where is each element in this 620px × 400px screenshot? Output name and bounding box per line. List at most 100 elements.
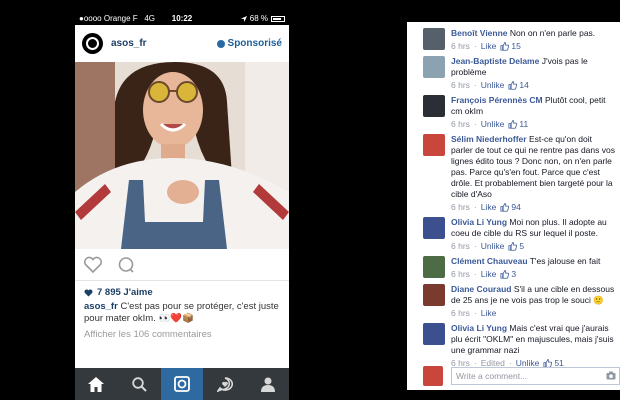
commenter-name[interactable]: Olivia Li Yung bbox=[451, 217, 507, 227]
commenter-name[interactable]: Jean-Baptiste Delame bbox=[451, 56, 539, 66]
commenter-name[interactable]: Benoît Vienne bbox=[451, 28, 508, 38]
tab-camera[interactable] bbox=[160, 368, 204, 400]
commenter-avatar[interactable] bbox=[423, 56, 445, 78]
like-button[interactable]: Unlike bbox=[481, 119, 505, 130]
commenter-avatar[interactable] bbox=[423, 323, 445, 345]
status-bar: ●oooo Orange F 4G 10:22 68 % bbox=[75, 12, 289, 25]
commenter-name[interactable]: François Pérennès CM bbox=[451, 95, 543, 105]
commenter-avatar[interactable] bbox=[423, 134, 445, 156]
thumbs-up-icon bbox=[508, 120, 518, 129]
like-button[interactable]: Like bbox=[481, 41, 497, 52]
post-caption: asos_fr C'est pas pour se protéger, c'es… bbox=[75, 298, 289, 325]
like-count[interactable]: 15 bbox=[500, 41, 521, 52]
comment-item: François Pérennès CM Plutôt cool, petit … bbox=[407, 91, 620, 130]
activity-icon bbox=[216, 376, 233, 392]
comment-body: Jean-Baptiste Delame J'vois pas le probl… bbox=[451, 56, 616, 91]
sponsored-label[interactable]: Sponsorisé bbox=[216, 38, 282, 49]
comment-input[interactable]: Write a comment... bbox=[451, 367, 620, 385]
like-button[interactable]: Like bbox=[481, 202, 497, 213]
like-count[interactable]: 14 bbox=[508, 80, 529, 91]
comment-list: Benoît Vienne Non on n'en parle pas. 6 h… bbox=[407, 22, 620, 369]
comment-item: Benoît Vienne Non on n'en parle pas. 6 h… bbox=[407, 24, 620, 52]
comment-meta: 6 hrs · Like bbox=[451, 308, 497, 319]
like-count[interactable]: 94 bbox=[500, 202, 521, 213]
thumbs-up-icon bbox=[508, 81, 518, 90]
comment-time[interactable]: 6 hrs bbox=[451, 80, 470, 91]
comment-body: Sélim Niederhoffer Est-ce qu'on doit par… bbox=[451, 134, 616, 213]
commenter-name[interactable]: Diane Couraud bbox=[451, 284, 511, 294]
heart-icon[interactable] bbox=[83, 256, 103, 274]
comment-time[interactable]: 6 hrs bbox=[451, 119, 470, 130]
like-button[interactable]: Like bbox=[481, 269, 497, 280]
comment-meta: 6 hrs · Unlike 5 bbox=[451, 241, 525, 252]
caption-username[interactable]: asos_fr bbox=[84, 301, 118, 312]
comment-body: Olivia Li Yung Moi non plus. Il adopte a… bbox=[451, 217, 616, 252]
comment-time[interactable]: 6 hrs bbox=[451, 241, 470, 252]
thumbs-up-icon bbox=[500, 203, 510, 212]
sponsored-icon bbox=[216, 39, 225, 48]
carrier-label: ●oooo Orange F 4G bbox=[79, 14, 155, 23]
tab-home[interactable] bbox=[75, 368, 118, 400]
commenter-avatar[interactable] bbox=[423, 284, 445, 306]
comment-meta: 6 hrs · Unlike 11 bbox=[451, 119, 529, 130]
small-heart-icon bbox=[84, 288, 93, 297]
comment-item: Olivia Li Yung Moi non plus. Il adopte a… bbox=[407, 213, 620, 252]
comment-item: Diane Couraud S'il a une cible en dessou… bbox=[407, 280, 620, 319]
comment-text: T'es jalouse en fait bbox=[527, 256, 601, 266]
comment-meta: 6 hrs · Like 94 bbox=[451, 202, 521, 213]
comment-time[interactable]: 6 hrs bbox=[451, 41, 470, 52]
comment-body: Benoît Vienne Non on n'en parle pas. 6 h… bbox=[451, 28, 616, 52]
write-comment-box: Write a comment... bbox=[423, 366, 620, 386]
facebook-comments-panel: Benoît Vienne Non on n'en parle pas. 6 h… bbox=[407, 22, 620, 390]
commenter-avatar[interactable] bbox=[423, 256, 445, 278]
like-count[interactable]: 3 bbox=[500, 269, 516, 280]
thumbs-up-icon bbox=[500, 42, 510, 51]
likes-count[interactable]: 7 895 J'aime bbox=[75, 281, 289, 298]
comment-time[interactable]: 6 hrs bbox=[451, 269, 470, 280]
commenter-name[interactable]: Clément Chauveau bbox=[451, 256, 528, 266]
comment-meta: 6 hrs · Like 3 bbox=[451, 269, 517, 280]
view-comments-link[interactable]: Afficher les 106 commentaires bbox=[75, 325, 289, 340]
tab-activity[interactable] bbox=[203, 368, 247, 400]
comment-time[interactable]: 6 hrs bbox=[451, 202, 470, 213]
comment-time[interactable]: 6 hrs bbox=[451, 308, 470, 319]
location-icon bbox=[240, 15, 247, 22]
like-button[interactable]: Like bbox=[481, 308, 497, 319]
comment-item: Clément Chauveau T'es jalouse en fait 6 … bbox=[407, 252, 620, 280]
post-photo[interactable] bbox=[75, 62, 289, 249]
thumbs-up-icon bbox=[508, 242, 518, 251]
comment-body: François Pérennès CM Plutôt cool, petit … bbox=[451, 95, 616, 130]
post-username[interactable]: asos_fr bbox=[111, 38, 217, 49]
comment-item: Olivia Li Yung Mais c'est vrai que j'aur… bbox=[407, 319, 620, 369]
asos-logo-avatar[interactable] bbox=[82, 33, 103, 54]
comment-meta: 6 hrs · Unlike 14 bbox=[451, 80, 529, 91]
tab-bar bbox=[75, 368, 289, 400]
commenter-name[interactable]: Sélim Niederhoffer bbox=[451, 134, 527, 144]
woman-sunglasses-photo bbox=[75, 62, 289, 249]
home-icon bbox=[88, 376, 105, 392]
post-actions bbox=[75, 249, 289, 281]
comment-item: Sélim Niederhoffer Est-ce qu'on doit par… bbox=[407, 130, 620, 213]
battery-icon bbox=[271, 15, 285, 22]
comment-item: Jean-Baptiste Delame J'vois pas le probl… bbox=[407, 52, 620, 91]
tab-search[interactable] bbox=[117, 368, 161, 400]
commenter-name[interactable]: Olivia Li Yung bbox=[451, 323, 507, 333]
thumbs-up-icon bbox=[500, 270, 510, 279]
commenter-avatar[interactable] bbox=[423, 95, 445, 117]
like-button[interactable]: Unlike bbox=[481, 80, 505, 91]
clock: 10:22 bbox=[171, 14, 193, 23]
search-icon bbox=[131, 376, 147, 392]
commenter-avatar[interactable] bbox=[423, 217, 445, 239]
tab-profile[interactable] bbox=[246, 368, 289, 400]
comment-meta: 6 hrs · Like 15 bbox=[451, 41, 521, 52]
like-count[interactable]: 5 bbox=[508, 241, 524, 252]
commenter-avatar[interactable] bbox=[423, 28, 445, 50]
comment-icon[interactable] bbox=[117, 256, 135, 274]
camera-icon bbox=[174, 376, 190, 392]
like-count[interactable]: 11 bbox=[508, 119, 528, 130]
current-user-avatar bbox=[423, 366, 443, 386]
like-button[interactable]: Unlike bbox=[481, 241, 505, 252]
comment-body: Clément Chauveau T'es jalouse en fait 6 … bbox=[451, 256, 616, 280]
post-header: asos_fr Sponsorisé bbox=[75, 25, 289, 62]
camera-icon[interactable] bbox=[606, 371, 616, 380]
